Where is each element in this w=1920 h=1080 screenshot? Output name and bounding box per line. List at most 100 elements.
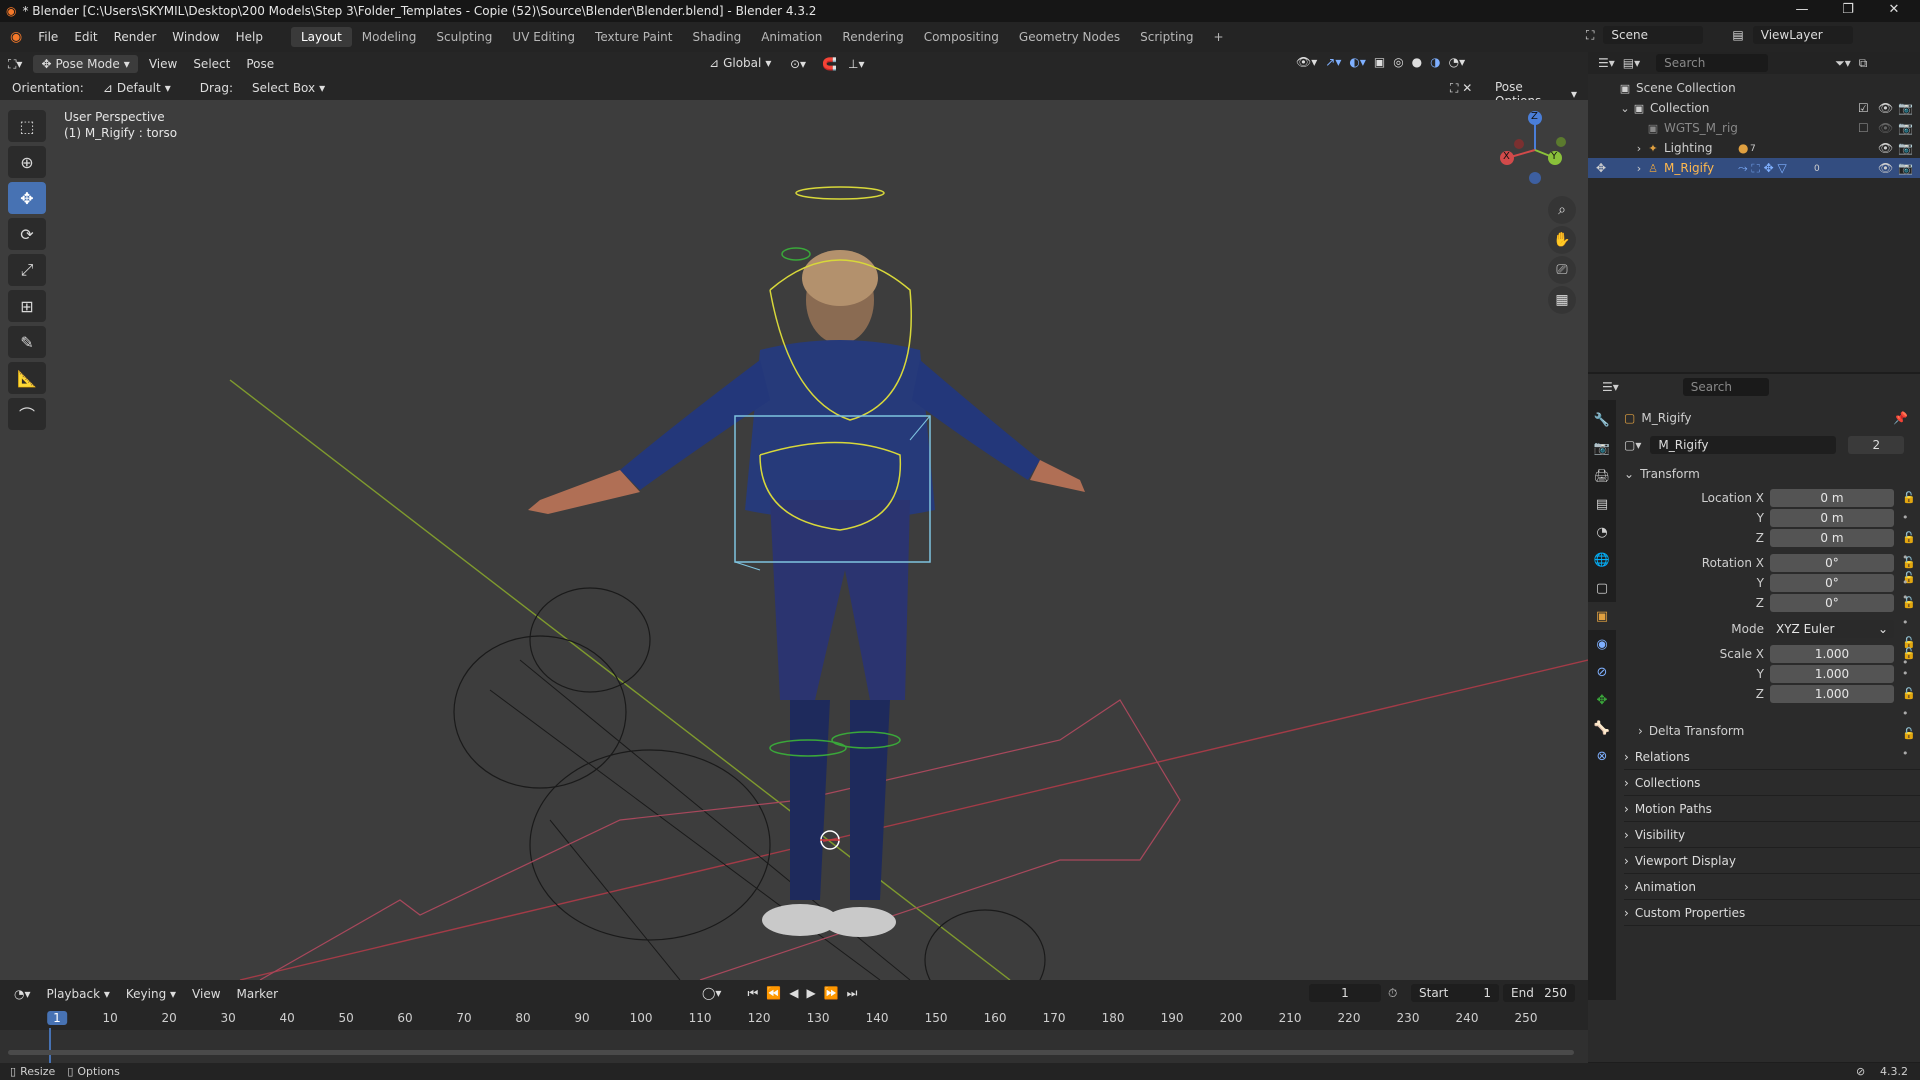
annotate-tool-icon[interactable]: ✎ — [8, 326, 46, 358]
scale-tool-icon[interactable]: ⤢ — [8, 254, 46, 286]
orientation-dropdown[interactable]: ⊿ Default ▾ — [94, 79, 189, 97]
drag-dropdown[interactable]: Select Box ▾ — [243, 79, 334, 97]
scale-y-field[interactable]: 1.000 — [1770, 665, 1894, 683]
timeline-area[interactable]: 1 10 20 30 40 50 60 70 80 90 100 110 120 130 140 150 160… — [0, 1008, 1588, 1063]
cursor-tool-icon[interactable]: ⊕ — [8, 146, 46, 178]
view-menu[interactable]: View — [186, 985, 226, 1003]
select-menu[interactable]: Select — [187, 55, 236, 73]
outliner-search-input[interactable]: Search — [1656, 54, 1769, 72]
tab-texture-paint[interactable]: Texture Paint — [585, 27, 682, 47]
filter-icon[interactable]: ⏷▾ — [1835, 56, 1851, 71]
mode-selector[interactable]: ✥ Pose Mode ▾ — [33, 55, 138, 73]
frame-ruler[interactable]: 1 10 20 30 40 50 60 70 80 90 100 110 120 130 140 150 160… — [0, 1008, 1588, 1030]
properties-editor-icon[interactable]: ☰▾ — [1602, 380, 1619, 394]
expand-arrow-icon[interactable]: ⌄ — [1618, 102, 1632, 115]
keying-menu[interactable]: Keying ▾ — [120, 985, 182, 1003]
camera-icon[interactable]: 📷 — [1898, 101, 1913, 115]
motion-paths-panel[interactable]: › Motion Paths — [1624, 796, 1920, 822]
camera-icon[interactable]: 📷 — [1898, 121, 1913, 135]
physics-tab-icon[interactable]: ◉ — [1588, 630, 1616, 658]
stopwatch-icon[interactable]: ⏱ — [1388, 986, 1397, 1001]
eye-icon[interactable]: 👁 — [1878, 141, 1893, 155]
gizmo-toggle-icon[interactable]: ↗▾ — [1325, 55, 1341, 69]
jump-end-icon[interactable]: ⏭ — [847, 986, 858, 1001]
bone-envelope-tool-icon[interactable]: ⌒ — [8, 398, 46, 430]
snap-icon[interactable]: 🧲 — [816, 55, 843, 73]
shading-rendered-icon[interactable]: ◔▾ — [1449, 55, 1466, 69]
xray-icon[interactable]: ▣ — [1374, 55, 1385, 69]
bone-constraint-tab-icon[interactable]: ⊗ — [1588, 742, 1616, 770]
location-x-field[interactable]: 0 m — [1770, 489, 1894, 507]
properties-search-input[interactable]: Search — [1682, 378, 1769, 396]
scene-tab-icon[interactable]: ◔ — [1588, 518, 1616, 546]
jump-keyframe-back-icon[interactable]: ⏪ — [766, 986, 781, 1001]
view-menu[interactable]: View — [143, 55, 183, 73]
outliner-m-rigify[interactable]: ✥ › ♙ M_Rigify ⤳ ⛶ ✥ ▽ 0 👁 📷 — [1588, 158, 1920, 178]
shading-wireframe-icon[interactable]: ◎ — [1393, 55, 1403, 69]
lock-icon[interactable]: 🔓• — [1902, 684, 1920, 724]
tab-scripting[interactable]: Scripting — [1130, 27, 1203, 47]
editor-type-icon[interactable]: ⛶▾ — [2, 55, 28, 74]
data-tab-icon[interactable]: ✥ — [1588, 686, 1616, 714]
rotate-tool-icon[interactable]: ⟳ — [8, 218, 46, 250]
tool-tab-icon[interactable]: 🔧 — [1588, 406, 1616, 434]
record-icon[interactable]: ◯▾ — [702, 986, 721, 1001]
checkbox-icon[interactable]: ☐ — [1858, 121, 1869, 135]
ortho-grid-icon[interactable]: ▦ — [1548, 286, 1576, 314]
lock-icon[interactable]: 🔓• — [1902, 553, 1920, 593]
navigation-gizmo[interactable]: Z X Y — [1495, 106, 1575, 186]
bone-tab-icon[interactable]: 🦴 — [1588, 714, 1616, 742]
eye-icon[interactable]: 👁 — [1878, 101, 1893, 115]
shading-solid-icon[interactable]: ● — [1412, 55, 1422, 69]
new-collection-icon[interactable]: ⧉ — [1859, 56, 1868, 71]
location-y-field[interactable]: 0 m — [1770, 509, 1894, 527]
tab-modeling[interactable]: Modeling — [352, 27, 427, 47]
blender-menu-icon[interactable]: ◉ — [0, 29, 30, 45]
collapse-arrow-icon[interactable]: ⌄ — [1624, 467, 1634, 481]
lock-icon[interactable]: 🔓• — [1902, 593, 1920, 633]
tab-uv-editing[interactable]: UV Editing — [502, 27, 585, 47]
menu-help[interactable]: Help — [228, 30, 271, 44]
constraints-tab-icon[interactable]: ⊘ — [1588, 658, 1616, 686]
maximize-button[interactable]: ❐ — [1826, 0, 1870, 22]
relations-panel[interactable]: › Relations — [1624, 744, 1920, 770]
transform-tool-icon[interactable]: ⊞ — [8, 290, 46, 322]
delta-transform-panel[interactable]: › Delta Transform — [1624, 718, 1920, 744]
visibility-icon[interactable]: 👁▾ — [1296, 55, 1317, 69]
select-box-tool-icon[interactable]: ⬚ — [8, 110, 46, 142]
collections-panel[interactable]: › Collections — [1624, 770, 1920, 796]
tab-shading[interactable]: Shading — [682, 27, 751, 47]
lock-icon[interactable]: 🔓• — [1902, 724, 1920, 764]
world-tab-icon[interactable]: 🌐 — [1588, 546, 1616, 574]
timeline-editor-icon[interactable]: ◔▾ — [8, 985, 37, 1003]
tab-animation[interactable]: Animation — [751, 27, 832, 47]
tab-layout[interactable]: Layout — [290, 27, 352, 47]
camera-view-icon[interactable]: ⎚ — [1548, 256, 1576, 284]
close-button[interactable]: ✕ — [1872, 0, 1916, 22]
tab-sculpting[interactable]: Sculpting — [426, 27, 502, 47]
rotation-y-field[interactable]: 0° — [1770, 574, 1894, 592]
collection-tab-icon[interactable]: ▢ — [1588, 574, 1616, 602]
current-frame-field[interactable]: 1 — [1309, 984, 1381, 1002]
outliner-lighting[interactable]: › ✦ Lighting ● 7 👁 📷 — [1588, 138, 1920, 158]
minimize-button[interactable]: — — [1780, 0, 1824, 22]
menu-render[interactable]: Render — [106, 30, 165, 44]
lock-icon[interactable]: 🔓• — [1902, 488, 1920, 528]
datablock-name-field[interactable]: M_Rigify — [1650, 436, 1837, 454]
view-layer-tab-icon[interactable]: ▤ — [1588, 490, 1616, 518]
play-icon[interactable]: ▶ — [806, 986, 815, 1001]
playback-menu[interactable]: Playback ▾ — [41, 985, 116, 1003]
viewlayer-selector[interactable]: ViewLayer — [1752, 26, 1853, 44]
play-reverse-icon[interactable]: ◀ — [789, 986, 798, 1001]
user-count[interactable]: 2 — [1848, 436, 1905, 454]
display-mode-icon[interactable]: ▤▾ — [1623, 56, 1640, 70]
rotation-x-field[interactable]: 0° — [1770, 554, 1894, 572]
add-workspace-button[interactable]: + — [1204, 27, 1234, 47]
menu-file[interactable]: File — [30, 30, 66, 44]
overlay-toggle-icon[interactable]: ◐▾ — [1349, 55, 1366, 69]
animation-panel[interactable]: › Animation — [1624, 874, 1920, 900]
rotation-z-field[interactable]: 0° — [1770, 594, 1894, 612]
viewport-display-panel[interactable]: › Viewport Display — [1624, 848, 1920, 874]
checkbox-icon[interactable]: ☑ — [1858, 101, 1869, 115]
move-tool-icon[interactable]: ✥ — [8, 182, 46, 214]
